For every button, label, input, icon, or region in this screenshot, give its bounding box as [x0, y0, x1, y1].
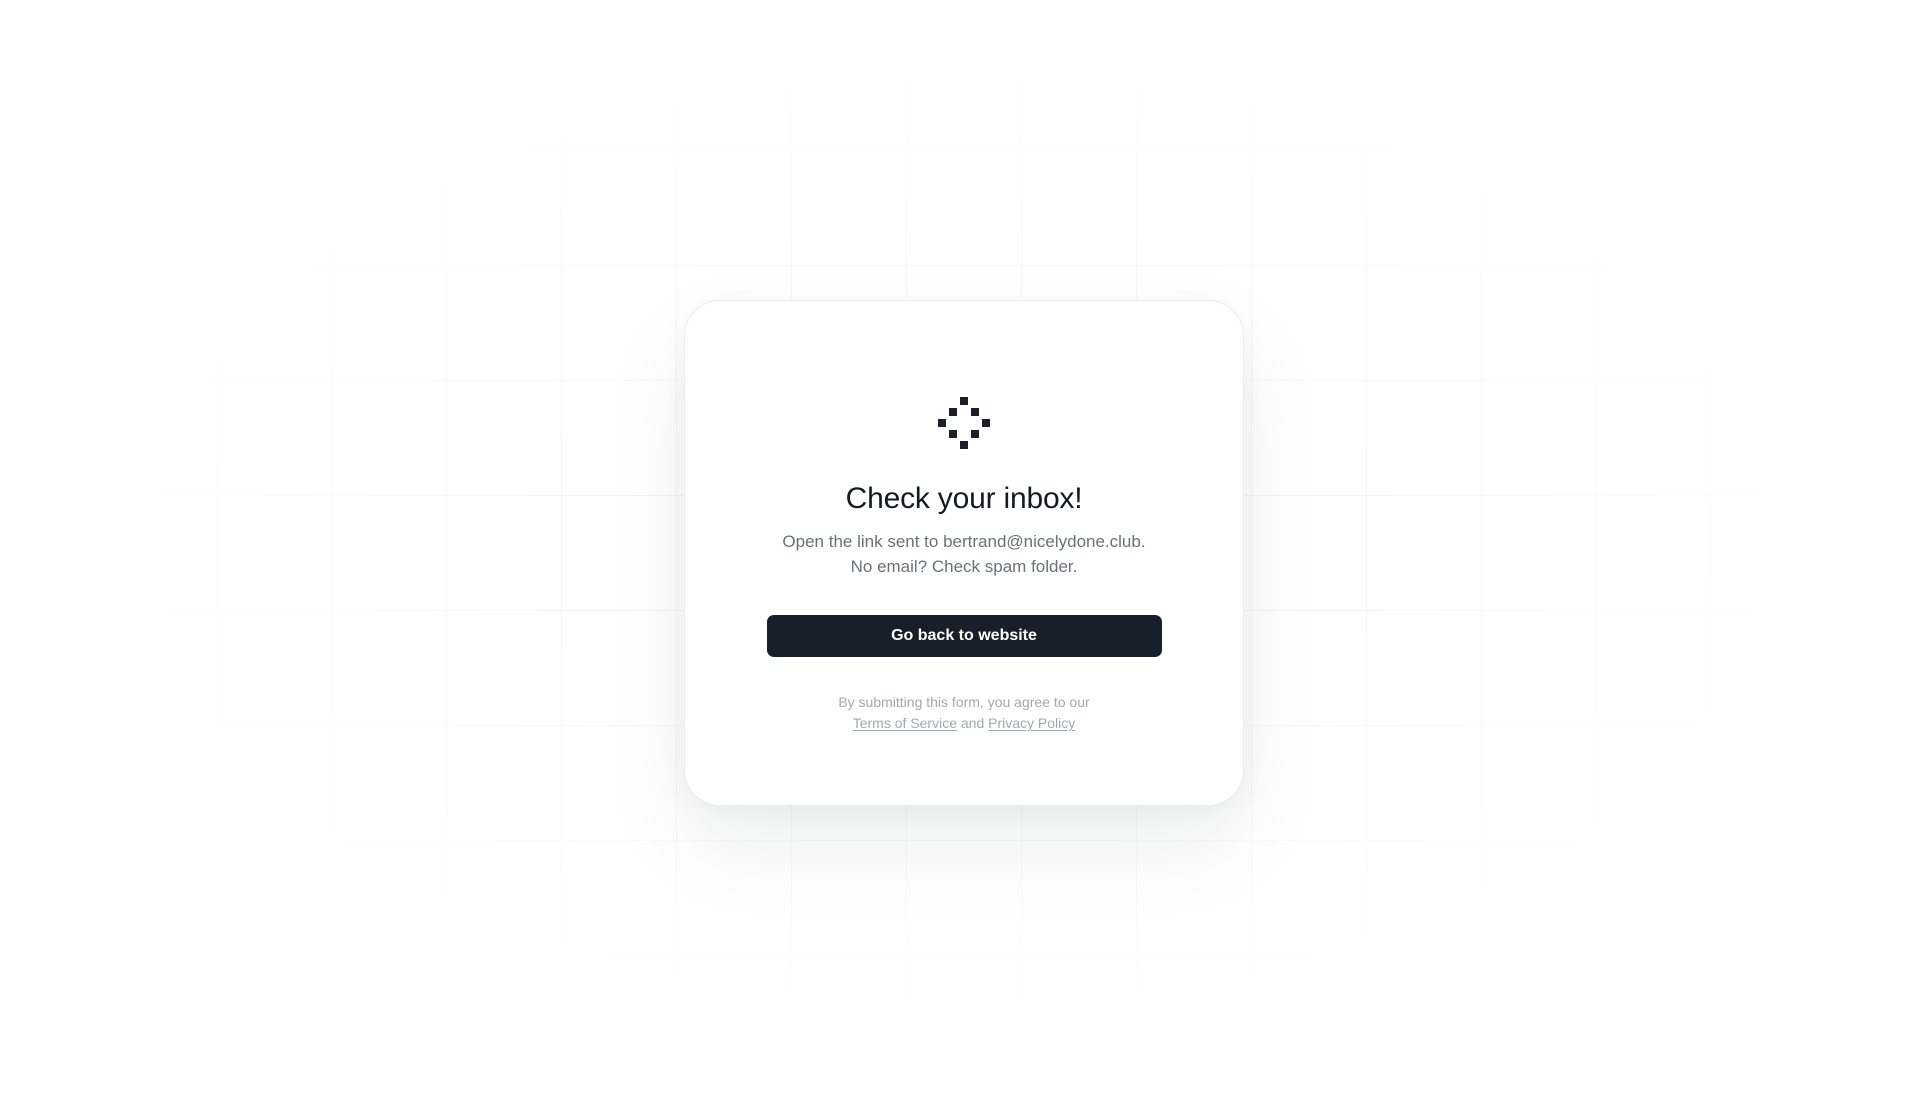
terms-of-service-link[interactable]: Terms of Service [853, 715, 957, 731]
confirmation-card: Check your inbox! Open the link sent to … [684, 300, 1244, 806]
legal-links-line: Terms of Service and Privacy Policy [838, 713, 1089, 734]
instructions-text: Open the link sent to bertrand@nicelydon… [782, 529, 1145, 579]
instructions-line-spam: No email? Check spam folder. [850, 557, 1078, 576]
privacy-policy-link[interactable]: Privacy Policy [988, 715, 1075, 731]
page-title: Check your inbox! [845, 482, 1083, 515]
page: Check your inbox! Open the link sent to … [0, 0, 1920, 1103]
legal-conjunction: and [960, 715, 985, 731]
instructions-line-email: Open the link sent to bertrand@nicelydon… [782, 532, 1146, 551]
legal-notice: By submitting this form, you agree to ou… [838, 692, 1089, 734]
legal-prefix: By submitting this form, you agree to ou… [838, 694, 1090, 710]
go-back-to-website-button[interactable]: Go back to website [766, 615, 1162, 657]
pixel-diamond-logo-icon [938, 397, 990, 449]
